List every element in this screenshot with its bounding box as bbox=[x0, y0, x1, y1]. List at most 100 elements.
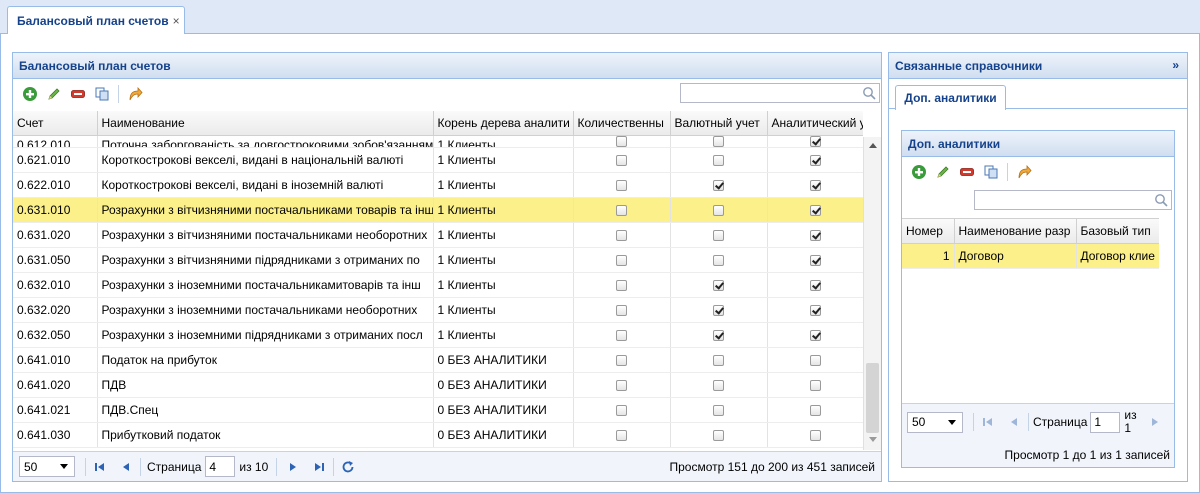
tab-balance-plan[interactable]: Балансовый план счетов × bbox=[7, 6, 185, 34]
col-header-section-name[interactable]: Наименование разр bbox=[954, 219, 1077, 244]
analytic-checkbox[interactable] bbox=[809, 229, 821, 241]
analytic-checkbox[interactable] bbox=[809, 135, 821, 146]
col-header-root[interactable]: Корень дерева аналити bbox=[433, 111, 574, 136]
prev-page-icon[interactable] bbox=[116, 457, 136, 477]
table-row[interactable]: 0.641.030 Прибутковий податок 0 БЕЗ АНАЛИТ… bbox=[13, 422, 863, 448]
currency-checkbox[interactable] bbox=[713, 154, 724, 166]
analytic-checkbox[interactable] bbox=[809, 204, 821, 216]
table-row[interactable]: 0.632.050 Розрахунки з іноземними підрядн… bbox=[13, 322, 863, 348]
table-row[interactable]: 0.621.010 Короткострокові векселі, видані… bbox=[13, 147, 863, 173]
add-icon[interactable] bbox=[18, 83, 42, 105]
table-row[interactable]: 0.631.020 Розрахунки з вітчизняними поста… bbox=[13, 222, 863, 248]
currency-checkbox[interactable] bbox=[713, 329, 724, 341]
page-size-select[interactable]: 50 bbox=[907, 411, 963, 433]
col-header-analytic[interactable]: Аналитический у bbox=[767, 111, 863, 136]
currency-checkbox[interactable] bbox=[713, 404, 724, 416]
currency-checkbox[interactable] bbox=[713, 354, 724, 366]
quantity-checkbox[interactable] bbox=[616, 204, 627, 216]
analytic-checkbox[interactable] bbox=[809, 179, 821, 191]
analytic-checkbox[interactable] bbox=[809, 354, 821, 366]
accounts-search-field[interactable] bbox=[680, 83, 880, 103]
currency-checkbox[interactable] bbox=[713, 229, 724, 241]
quantity-checkbox[interactable] bbox=[616, 304, 627, 316]
delete-icon[interactable] bbox=[66, 83, 90, 105]
table-row[interactable]: 0.632.020 Розрахунки з іноземними постача… bbox=[13, 297, 863, 323]
page-number-input[interactable]: 4 bbox=[205, 456, 236, 477]
quantity-checkbox[interactable] bbox=[616, 379, 627, 391]
quantity-checkbox[interactable] bbox=[616, 135, 627, 146]
scroll-up-icon[interactable] bbox=[869, 143, 877, 148]
search-icon[interactable] bbox=[1154, 193, 1168, 210]
scroll-down-icon[interactable] bbox=[869, 437, 877, 442]
analytic-checkbox[interactable] bbox=[809, 279, 821, 291]
collapse-icon[interactable]: » bbox=[1172, 58, 1179, 72]
delete-icon[interactable] bbox=[955, 161, 979, 183]
table-row[interactable]: 0.632.010 Розрахунки з іноземними постача… bbox=[13, 272, 863, 298]
page-number-input[interactable]: 1 bbox=[1090, 411, 1121, 433]
copy-icon[interactable] bbox=[979, 161, 1003, 183]
table-row[interactable]: 0.631.010 Розрахунки з вітчизняними поста… bbox=[13, 197, 863, 223]
table-row[interactable]: 0.641.021 ПДВ.Спец 0 БЕЗ АНАЛИТИКИ bbox=[13, 397, 863, 423]
col-header-base-type[interactable]: Базовый тип bbox=[1076, 219, 1159, 244]
analytic-checkbox[interactable] bbox=[809, 379, 821, 391]
currency-checkbox[interactable] bbox=[713, 379, 724, 391]
goto-icon[interactable] bbox=[123, 83, 147, 105]
analytic-checkbox[interactable] bbox=[809, 329, 821, 341]
currency-checkbox[interactable] bbox=[713, 254, 724, 266]
last-page-icon[interactable] bbox=[309, 457, 329, 477]
col-header-currency[interactable]: Валютный учет bbox=[670, 111, 768, 136]
copy-icon[interactable] bbox=[90, 83, 114, 105]
table-row[interactable]: 0.612.010 Поточна заборгованість за довго… bbox=[13, 135, 863, 148]
scroll-thumb[interactable] bbox=[866, 363, 879, 433]
refresh-icon[interactable] bbox=[338, 457, 358, 477]
next-page-icon[interactable] bbox=[1145, 412, 1165, 432]
first-page-icon[interactable] bbox=[90, 457, 110, 477]
col-header-name[interactable]: Наименование bbox=[97, 111, 434, 136]
quantity-checkbox[interactable] bbox=[616, 404, 627, 416]
next-page-icon[interactable] bbox=[283, 457, 303, 477]
quantity-checkbox[interactable] bbox=[616, 279, 627, 291]
edit-icon[interactable] bbox=[42, 83, 66, 105]
currency-checkbox[interactable] bbox=[713, 279, 724, 291]
tab-extra-analytics[interactable]: Доп. аналитики bbox=[895, 85, 1006, 110]
extra-pager-controls: 50 Страница 1 из 1 bbox=[907, 409, 1165, 435]
quantity-checkbox[interactable] bbox=[616, 254, 627, 266]
analytic-checkbox[interactable] bbox=[809, 154, 821, 166]
table-row[interactable]: 0.631.050 Розрахунки з вітчизняними підря… bbox=[13, 247, 863, 273]
page-size-select[interactable]: 50 bbox=[19, 456, 75, 477]
prev-page-icon[interactable] bbox=[1004, 412, 1024, 432]
col-header-account[interactable]: Счет bbox=[13, 111, 98, 136]
name-cell: Розрахунки з вітчизняними постачальникам… bbox=[97, 197, 434, 223]
goto-icon[interactable] bbox=[1012, 161, 1036, 183]
currency-checkbox[interactable] bbox=[713, 429, 724, 441]
extra-analytics-search-field[interactable] bbox=[974, 190, 1172, 210]
currency-checkbox[interactable] bbox=[713, 179, 724, 191]
edit-icon[interactable] bbox=[931, 161, 955, 183]
tab-close-icon[interactable]: × bbox=[173, 14, 180, 28]
analytic-checkbox[interactable] bbox=[809, 404, 821, 416]
analytic-checkbox[interactable] bbox=[809, 304, 821, 316]
search-icon[interactable] bbox=[862, 86, 876, 103]
first-page-icon[interactable] bbox=[978, 412, 998, 432]
quantity-checkbox[interactable] bbox=[616, 354, 627, 366]
analytic-checkbox[interactable] bbox=[809, 429, 821, 441]
col-header-quantity[interactable]: Количественны bbox=[573, 111, 671, 136]
currency-checkbox[interactable] bbox=[713, 304, 724, 316]
dropdown-arrow-icon[interactable] bbox=[948, 419, 956, 425]
col-header-number[interactable]: Номер bbox=[902, 219, 955, 244]
currency-checkbox[interactable] bbox=[713, 204, 724, 216]
accounts-scrollbar[interactable] bbox=[863, 137, 881, 450]
quantity-checkbox[interactable] bbox=[616, 179, 627, 191]
table-row[interactable]: 0.622.010 Короткострокові векселі, видані… bbox=[13, 172, 863, 198]
quantity-checkbox[interactable] bbox=[616, 154, 627, 166]
quantity-checkbox[interactable] bbox=[616, 429, 627, 441]
dropdown-arrow-icon[interactable] bbox=[60, 464, 68, 469]
currency-checkbox[interactable] bbox=[713, 135, 724, 146]
add-icon[interactable] bbox=[907, 161, 931, 183]
table-row[interactable]: 1 Договор Договор клие bbox=[902, 243, 1159, 269]
table-row[interactable]: 0.641.020 ПДВ 0 БЕЗ АНАЛИТИКИ bbox=[13, 372, 863, 398]
table-row[interactable]: 0.641.010 Податок на прибуток 0 БЕЗ АНАЛИТ… bbox=[13, 347, 863, 373]
quantity-checkbox[interactable] bbox=[616, 229, 627, 241]
quantity-checkbox[interactable] bbox=[616, 329, 627, 341]
analytic-checkbox[interactable] bbox=[809, 254, 821, 266]
